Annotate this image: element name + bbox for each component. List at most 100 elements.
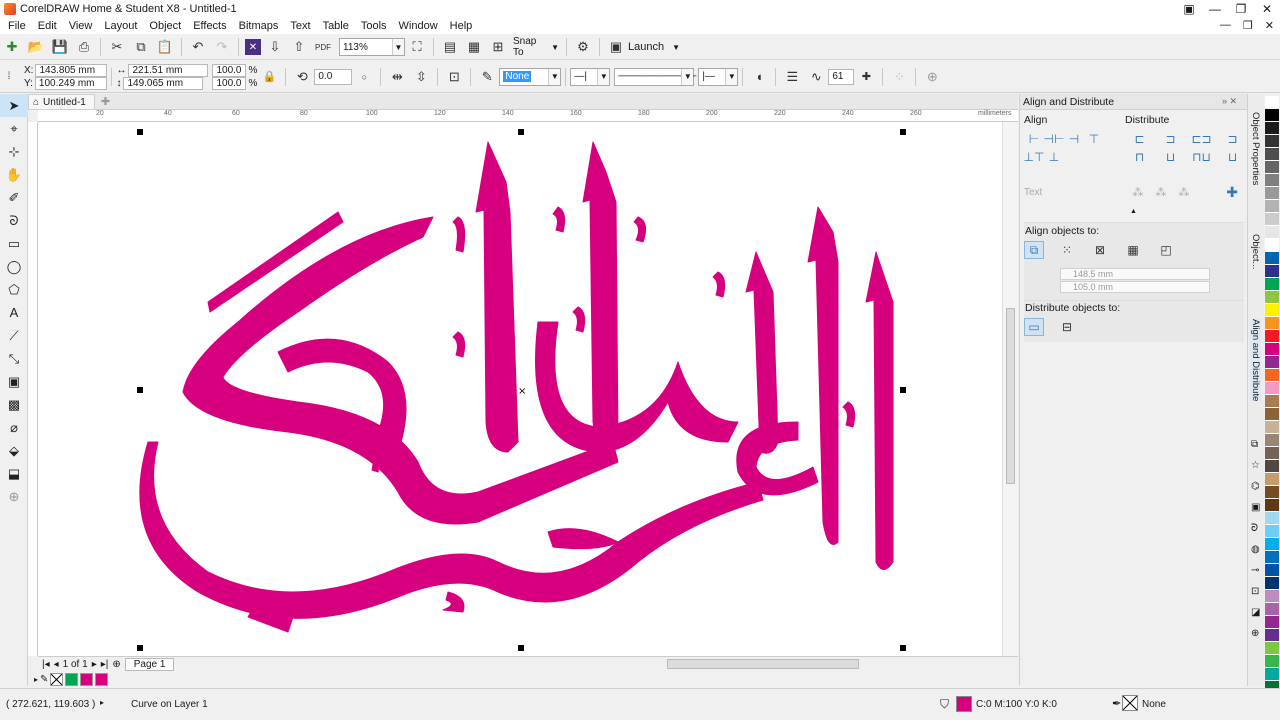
palette-swatch[interactable] bbox=[1265, 590, 1279, 603]
drop-shadow-icon[interactable]: ▣ bbox=[0, 370, 28, 393]
freehand-tool-icon[interactable]: ✐ bbox=[0, 186, 28, 209]
palette-swatch[interactable] bbox=[1265, 356, 1279, 369]
palette-swatch[interactable] bbox=[1265, 629, 1279, 642]
align-to-grid-icon[interactable]: ▦ bbox=[1123, 241, 1143, 259]
doc-swatch-magenta[interactable] bbox=[80, 673, 94, 686]
scale-y-field[interactable]: 100.0 bbox=[212, 76, 247, 90]
horizontal-ruler[interactable]: 20 40 60 80 100 120 140 160 180 200 220 … bbox=[38, 110, 1018, 122]
print-icon[interactable]: ⎙ bbox=[74, 37, 94, 57]
menu-object[interactable]: Object bbox=[143, 20, 187, 32]
show-guidelines-icon[interactable]: ⊞ bbox=[488, 37, 508, 57]
ellipse-tool-icon[interactable]: ◯ bbox=[0, 255, 28, 278]
distribute-vspacing-icon[interactable]: ⊓⊔ bbox=[1186, 148, 1217, 166]
redo-icon[interactable]: ↷ bbox=[212, 37, 232, 57]
distribute-bottom-icon[interactable]: ⊔ bbox=[1217, 148, 1248, 166]
distribute-center-icon[interactable]: ⊐ bbox=[1155, 130, 1186, 148]
collapse-arrow-icon[interactable]: ▲ bbox=[1130, 208, 1137, 215]
distribute-top-icon[interactable]: ⊓ bbox=[1124, 148, 1155, 166]
text-tool-icon[interactable]: A bbox=[0, 301, 28, 324]
launch-dropdown[interactable]: Launch ▼ bbox=[628, 41, 680, 53]
maximize-button[interactable]: ❐ bbox=[1228, 0, 1254, 17]
palette-swatch[interactable] bbox=[1265, 538, 1279, 551]
start-arrowhead-select[interactable]: —| ▼ bbox=[570, 67, 611, 86]
palette-swatch[interactable] bbox=[1265, 473, 1279, 486]
eyedropper-tool-icon[interactable]: ⌀ bbox=[0, 416, 28, 439]
scale-x-field[interactable]: 100.0 bbox=[212, 63, 247, 77]
palette-swatch[interactable] bbox=[1265, 408, 1279, 421]
align-to-point-icon[interactable]: ◰ bbox=[1156, 241, 1176, 259]
distribute-to-selection-icon[interactable]: ▭ bbox=[1024, 318, 1044, 336]
align-right-icon[interactable]: ⊣ bbox=[1064, 130, 1084, 148]
vertical-scrollbar[interactable] bbox=[1002, 122, 1018, 656]
palette-swatch[interactable] bbox=[1265, 109, 1279, 122]
restore-mini-icon[interactable]: ▣ bbox=[1176, 0, 1202, 17]
palette-swatch[interactable] bbox=[1265, 369, 1279, 382]
palette-swatch[interactable] bbox=[1265, 304, 1279, 317]
first-page-icon[interactable]: |◂ bbox=[42, 659, 50, 670]
x-position-field[interactable]: 143.805 mm bbox=[35, 63, 108, 77]
page-tab[interactable]: Page 1 bbox=[124, 657, 175, 671]
menu-tools[interactable]: Tools bbox=[355, 20, 393, 32]
new-tab-icon[interactable]: ✚ bbox=[101, 95, 110, 108]
artistic-media-icon[interactable]: ᘐ bbox=[0, 209, 28, 232]
lock-ratio-icon[interactable]: 🔒 bbox=[259, 67, 279, 87]
undo-icon[interactable]: ↶ bbox=[188, 37, 208, 57]
next-page-icon[interactable]: ▸ bbox=[92, 659, 97, 670]
zoom-level-select[interactable]: 113% ▼ bbox=[339, 38, 405, 56]
align-to-page-center-icon[interactable]: ⊠ bbox=[1090, 241, 1110, 259]
palette-swatch[interactable] bbox=[1265, 330, 1279, 343]
align-left-icon[interactable]: ⊢ bbox=[1024, 130, 1044, 148]
end-arrowhead-select[interactable]: |— ▼ bbox=[698, 67, 739, 86]
align-center-v-icon[interactable]: ⊥⊤ bbox=[1024, 148, 1045, 166]
home-icon[interactable]: ⌂ bbox=[33, 97, 39, 108]
search-content-icon[interactable]: ✕ bbox=[245, 39, 261, 55]
palette-swatch[interactable] bbox=[1265, 421, 1279, 434]
line-style-select[interactable]: ─────────── ▼ bbox=[614, 67, 696, 86]
palette-swatch[interactable] bbox=[1265, 499, 1279, 512]
no-color-swatch[interactable] bbox=[50, 673, 64, 686]
menu-text[interactable]: Text bbox=[284, 20, 316, 32]
polygon-tool-icon[interactable]: ⬠ bbox=[0, 278, 28, 301]
palette-swatch[interactable] bbox=[1265, 135, 1279, 148]
prev-page-icon[interactable]: ◂ bbox=[54, 659, 59, 670]
palette-swatch[interactable] bbox=[1265, 616, 1279, 629]
import-icon[interactable]: ⇩ bbox=[265, 37, 285, 57]
distribute-left-icon[interactable]: ⊏ bbox=[1124, 130, 1155, 148]
add-tool-icon[interactable]: ⊕ bbox=[0, 485, 28, 508]
fill-color-swatch[interactable] bbox=[956, 696, 972, 712]
rectangle-tool-icon[interactable]: ▭ bbox=[0, 232, 28, 255]
align-point-y-field[interactable]: 105.0 mm bbox=[1060, 281, 1210, 293]
interactive-fill-icon[interactable]: ⬙ bbox=[0, 439, 28, 462]
menu-bitmaps[interactable]: Bitmaps bbox=[233, 20, 285, 32]
status-arrow-icon[interactable]: ▸ bbox=[100, 698, 104, 707]
doc-restore-icon[interactable]: ❐ bbox=[1243, 19, 1253, 32]
paste-icon[interactable]: 📋 bbox=[155, 37, 175, 57]
palette-swatch[interactable] bbox=[1265, 447, 1279, 460]
pick-tool-icon[interactable]: ➤ bbox=[0, 94, 28, 117]
options-gear-icon[interactable]: ⚙ bbox=[573, 37, 593, 57]
doc-minimize-icon[interactable]: — bbox=[1220, 19, 1231, 32]
palette-swatch[interactable] bbox=[1265, 486, 1279, 499]
export-icon[interactable]: ⇧ bbox=[289, 37, 309, 57]
palette-swatch[interactable] bbox=[1265, 213, 1279, 226]
menu-view[interactable]: View bbox=[63, 20, 99, 32]
palette-swatch[interactable] bbox=[1265, 668, 1279, 681]
minimize-button[interactable]: — bbox=[1202, 0, 1228, 17]
palette-swatch[interactable] bbox=[1265, 239, 1279, 252]
horizontal-scroll-thumb[interactable] bbox=[667, 659, 859, 669]
add-text-align-icon[interactable]: ✚ bbox=[1226, 184, 1238, 201]
full-screen-icon[interactable]: ⛶ bbox=[407, 37, 427, 57]
palette-swatch[interactable] bbox=[1265, 252, 1279, 265]
close-button[interactable]: ✕ bbox=[1254, 0, 1280, 17]
align-point-x-field[interactable]: 148.5 mm bbox=[1060, 268, 1210, 280]
palette-arrow-icon[interactable]: ▸ bbox=[34, 675, 38, 684]
shape-tool-icon[interactable]: ⌖ bbox=[0, 117, 28, 140]
add-node-icon[interactable]: ✚ bbox=[856, 67, 876, 87]
doc-close-icon[interactable]: ✕ bbox=[1265, 19, 1274, 32]
palette-swatch[interactable] bbox=[1265, 291, 1279, 304]
copy-icon[interactable]: ⧉ bbox=[131, 37, 151, 57]
height-field[interactable]: 149.065 mm bbox=[123, 76, 204, 90]
distribute-to-page-icon[interactable]: ⊟ bbox=[1057, 318, 1077, 336]
menu-file[interactable]: File bbox=[2, 20, 32, 32]
wrap-text-icon[interactable]: ☰ bbox=[782, 67, 802, 87]
